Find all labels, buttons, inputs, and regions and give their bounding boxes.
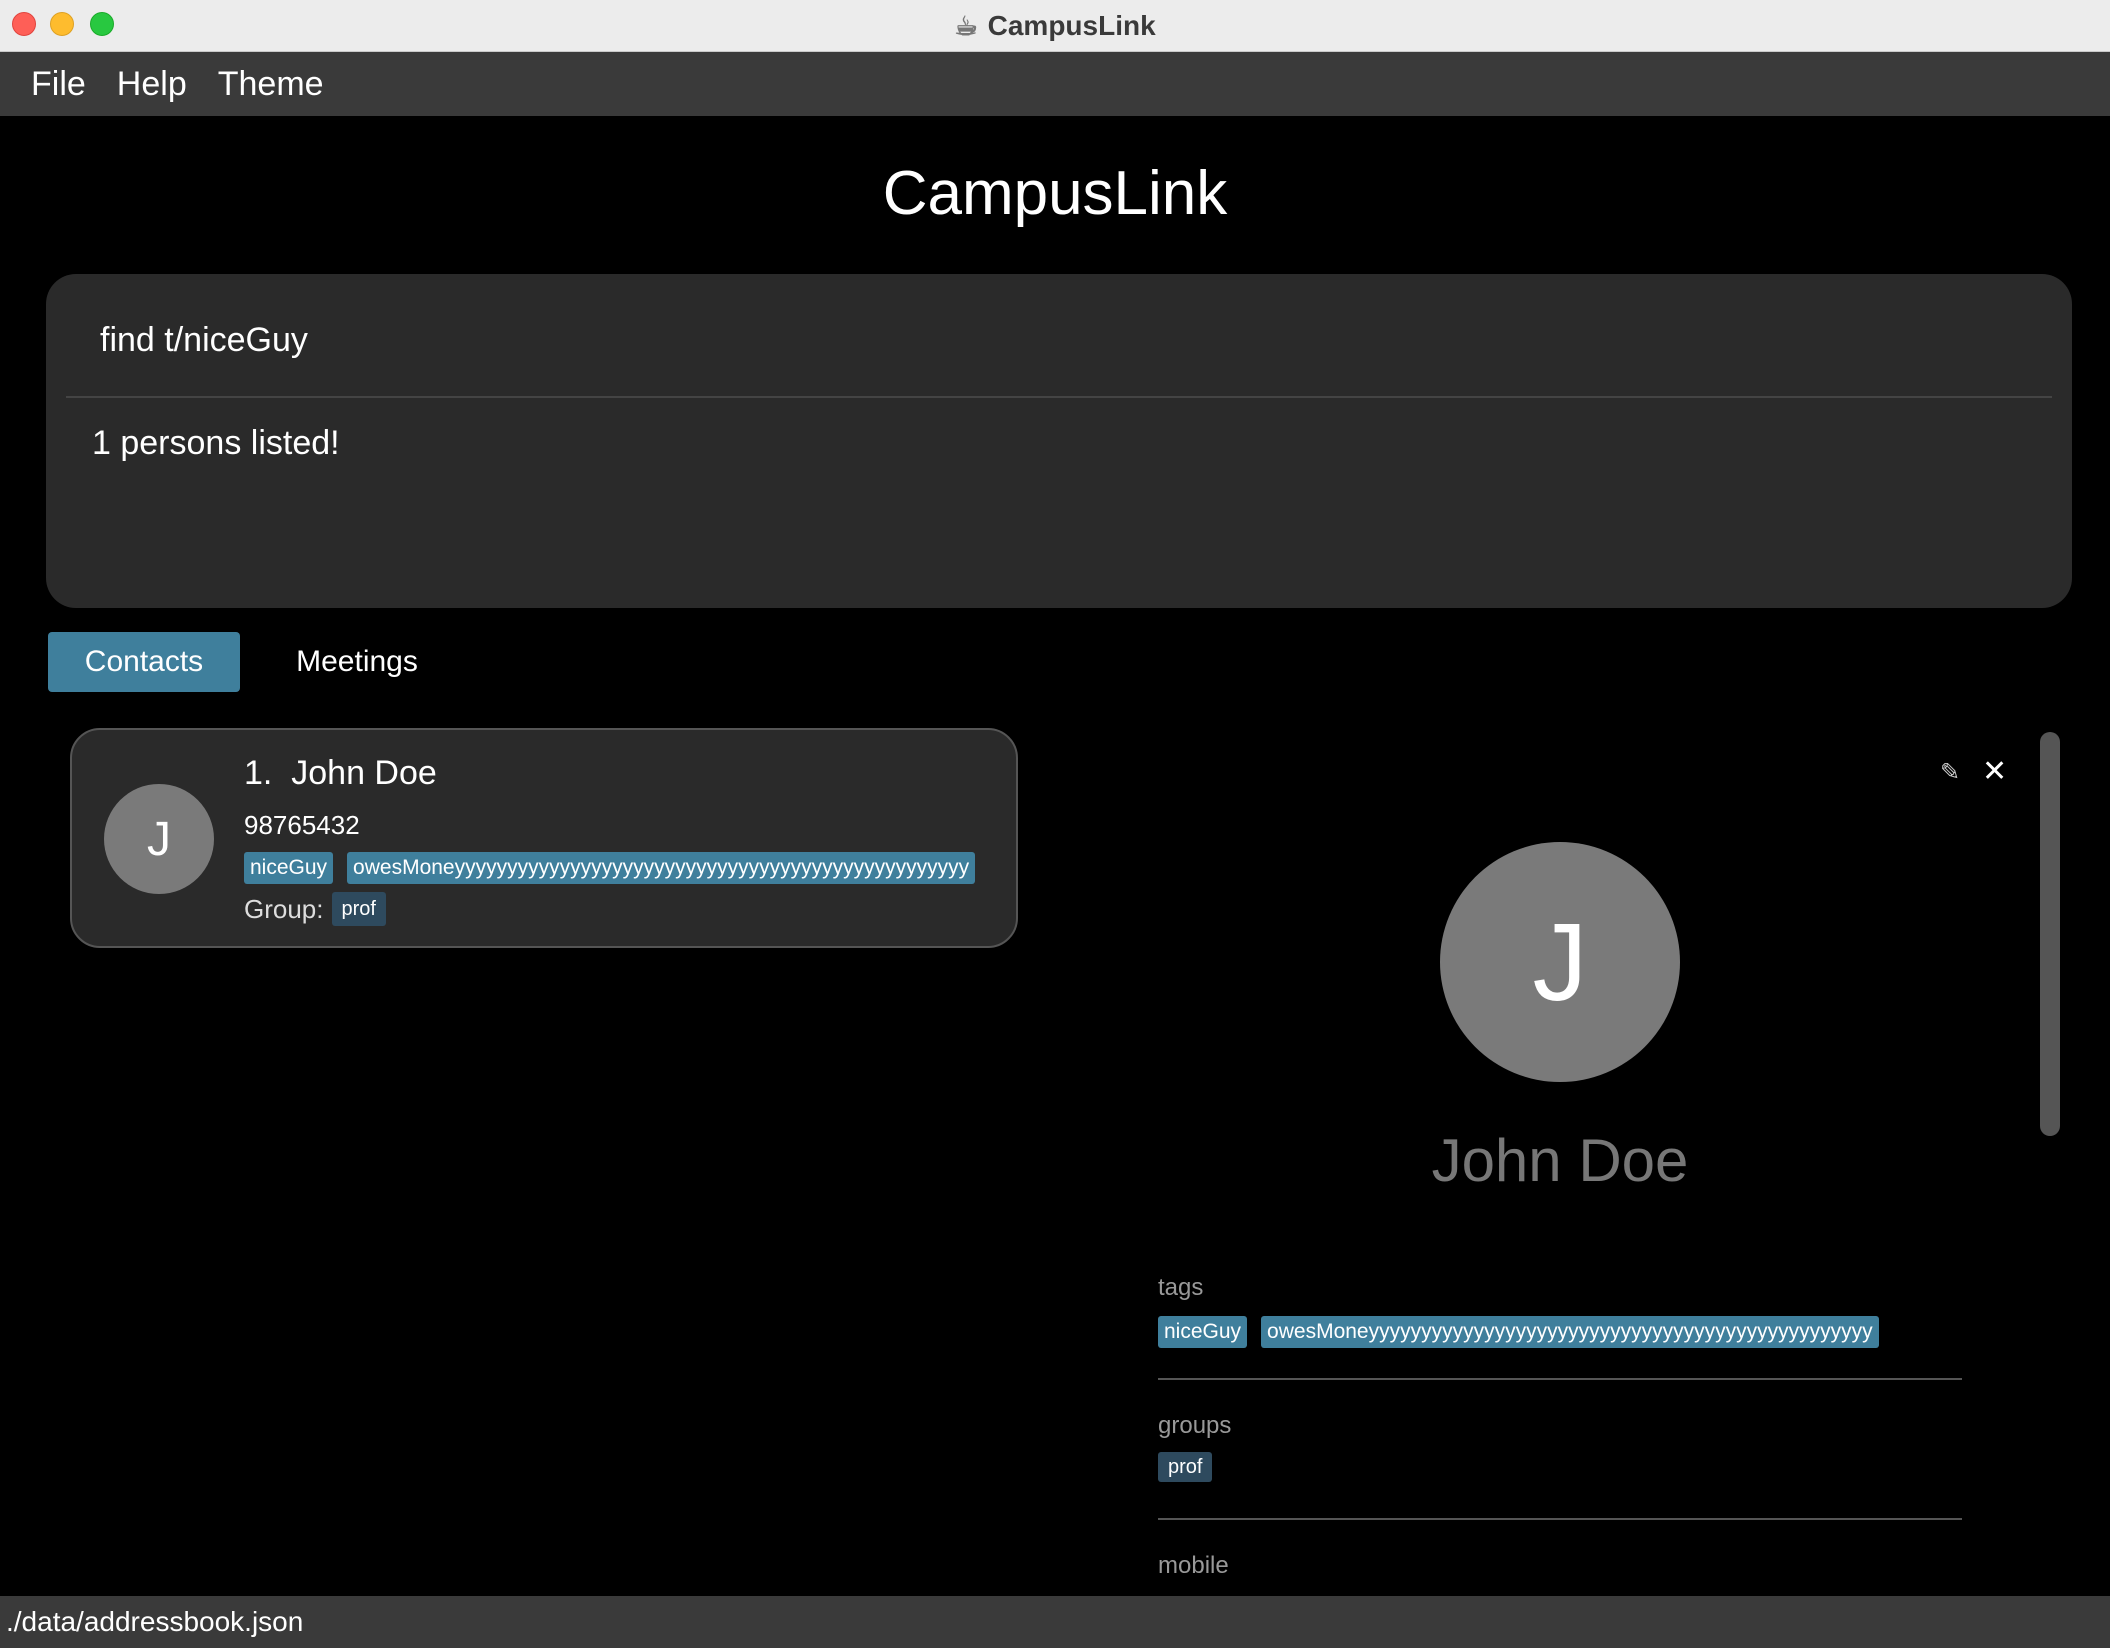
- tag-chip: niceGuy: [244, 852, 334, 884]
- app-icon: ☕︎: [954, 10, 978, 41]
- app-heading: CampusLink: [882, 159, 1228, 228]
- menu-help[interactable]: Help: [106, 65, 207, 104]
- tag-chip: owesMoneyyyyyyyyyyyyyyyyyyyyyyyyyyyyyyyy…: [1261, 1316, 1879, 1348]
- menu-theme[interactable]: Theme: [207, 65, 344, 104]
- menu-bar: File Help Theme: [0, 52, 2110, 116]
- person-phone: 98765432: [244, 810, 360, 840]
- avatar: J: [104, 784, 214, 894]
- detail-scrollbar[interactable]: [2040, 732, 2060, 1136]
- section-divider: [1158, 1378, 1962, 1380]
- person-name: 1. John Doe: [244, 754, 437, 792]
- close-icon[interactable]: ✕: [1982, 754, 2007, 789]
- data-file-path: ./data/addressbook.json: [6, 1606, 304, 1637]
- detail-mobile-label: mobile: [1158, 1552, 1229, 1574]
- tab-contacts[interactable]: Contacts: [48, 632, 240, 692]
- command-panel: 1 persons listed!: [46, 274, 2072, 608]
- tab-meetings[interactable]: Meetings: [272, 632, 442, 692]
- tag-chip: niceGuy: [1158, 1316, 1248, 1348]
- section-divider: [1158, 1518, 1962, 1520]
- menu-file[interactable]: File: [20, 65, 106, 104]
- group-label: Group:: [244, 893, 324, 924]
- tag-list: niceGuy owesMoneyyyyyyyyyyyyyyyyyyyyyyyy…: [244, 852, 976, 884]
- title-bar: ☕︎ CampusLink: [0, 0, 2110, 52]
- edit-icon[interactable]: ✎: [1940, 758, 1960, 787]
- detail-name: John Doe: [1431, 1127, 1689, 1194]
- command-input[interactable]: [100, 310, 2000, 370]
- person-card[interactable]: J 1. John Doe 98765432 niceGuy owesMoney…: [70, 728, 1018, 948]
- command-divider: [66, 396, 2052, 398]
- group-row: Group: prof: [244, 892, 386, 926]
- window-title-text: CampusLink: [987, 10, 1156, 41]
- detail-tag-list: niceGuy owesMoneyyyyyyyyyyyyyyyyyyyyyyyy…: [1158, 1316, 1879, 1348]
- detail-group-list: prof: [1158, 1452, 1213, 1482]
- detail-groups-label: groups: [1158, 1412, 1232, 1439]
- detail-tags-label: tags: [1158, 1274, 1204, 1301]
- status-bar: ./data/addressbook.json: [0, 1596, 2110, 1648]
- group-chip: prof: [331, 892, 386, 926]
- detail-avatar: J: [1440, 842, 1680, 1082]
- window-title: ☕︎ CampusLink: [0, 0, 2110, 52]
- tag-chip: owesMoneyyyyyyyyyyyyyyyyyyyyyyyyyyyyyyyy…: [347, 852, 976, 884]
- group-chip: prof: [1158, 1452, 1213, 1482]
- result-display: 1 persons listed!: [92, 424, 340, 462]
